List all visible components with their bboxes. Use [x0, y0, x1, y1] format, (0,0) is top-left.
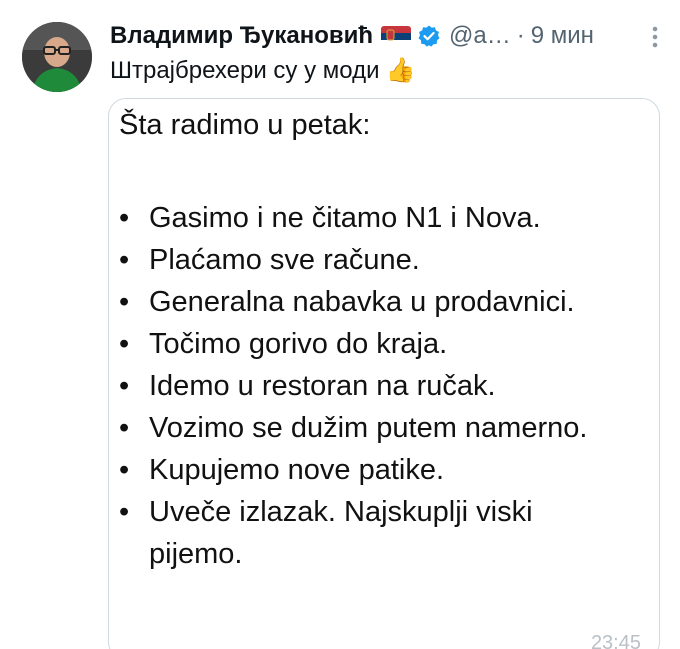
bullet: • [119, 202, 130, 234]
list-item-text: Uveče izlazak. Najskuplji viski pijemo. [149, 496, 533, 570]
list-item: • Kupujemo nove patike. [109, 449, 629, 491]
list-item-text: Kupujemo nove patike. [149, 454, 445, 486]
list-item-text: Generalna nabavka u prodavnici. [149, 286, 575, 318]
list-item: • Plaćamo sve račune. [109, 239, 629, 281]
separator-dot: · [516, 22, 525, 49]
serbia-flag-icon [381, 25, 412, 47]
thumbs-up-emoji: 👍 [385, 57, 416, 84]
list-item: • Generalna nabavka u prodavnici. [109, 281, 629, 323]
list-item: • Uveče izlazak. Najskuplji viski pijemo. [109, 491, 629, 575]
verified-badge-icon [417, 24, 441, 48]
bullet: • [119, 328, 130, 360]
list-item: • Gasimo i ne čitamo N1 i Nova. [109, 197, 629, 239]
bullet: • [119, 244, 130, 276]
list-item-text: Idemo u restoran na ručak. [149, 370, 496, 402]
list-item-text: Gasimo i ne čitamo N1 i Nova. [149, 202, 541, 234]
more-options-icon[interactable] [652, 26, 658, 48]
media-image[interactable]: Šta radimo u petak: • Gasimo i ne čitamo … [108, 98, 660, 649]
list-item-text: Vozimo se dužim putem namerno. [149, 412, 588, 444]
list-item: • Točimo gorivo do kraja. [109, 323, 629, 365]
bullet: • [119, 286, 130, 318]
avatar-photo [22, 22, 92, 92]
author-name[interactable]: Владимир Ђукановић [110, 22, 373, 50]
note-corner-time: 23:45 [590, 632, 641, 649]
note-title: Šta radimo u petak: [119, 109, 371, 141]
tweet-header: Владимир Ђукановић @a… · 9 мин [110, 18, 660, 54]
list-item-text: Točimo gorivo do kraja. [149, 328, 448, 360]
tweet-time[interactable]: 9 мин [531, 22, 594, 50]
avatar[interactable] [22, 22, 92, 92]
note-list: • Gasimo i ne čitamo N1 i Nova. • Plaćamo … [109, 197, 629, 575]
tweet[interactable]: Владимир Ђукановић @a… · 9 мин Штрајбрех… [0, 0, 680, 649]
bullet: • [119, 370, 130, 402]
bullet: • [119, 412, 130, 444]
list-item: • Vozimo se dužim putem namerno. [109, 407, 629, 449]
bullet: • [119, 454, 130, 486]
list-item: • Idemo u restoran na ručak. [109, 365, 629, 407]
bullet: • [119, 496, 130, 528]
list-item-text: Plaćamo sve račune. [149, 244, 420, 276]
tweet-text-content: Штрајбрехери су у моди [110, 56, 380, 84]
tweet-text: Штрајбрехери су у моди 👍 [110, 56, 415, 85]
author-handle[interactable]: @a… [449, 22, 511, 50]
